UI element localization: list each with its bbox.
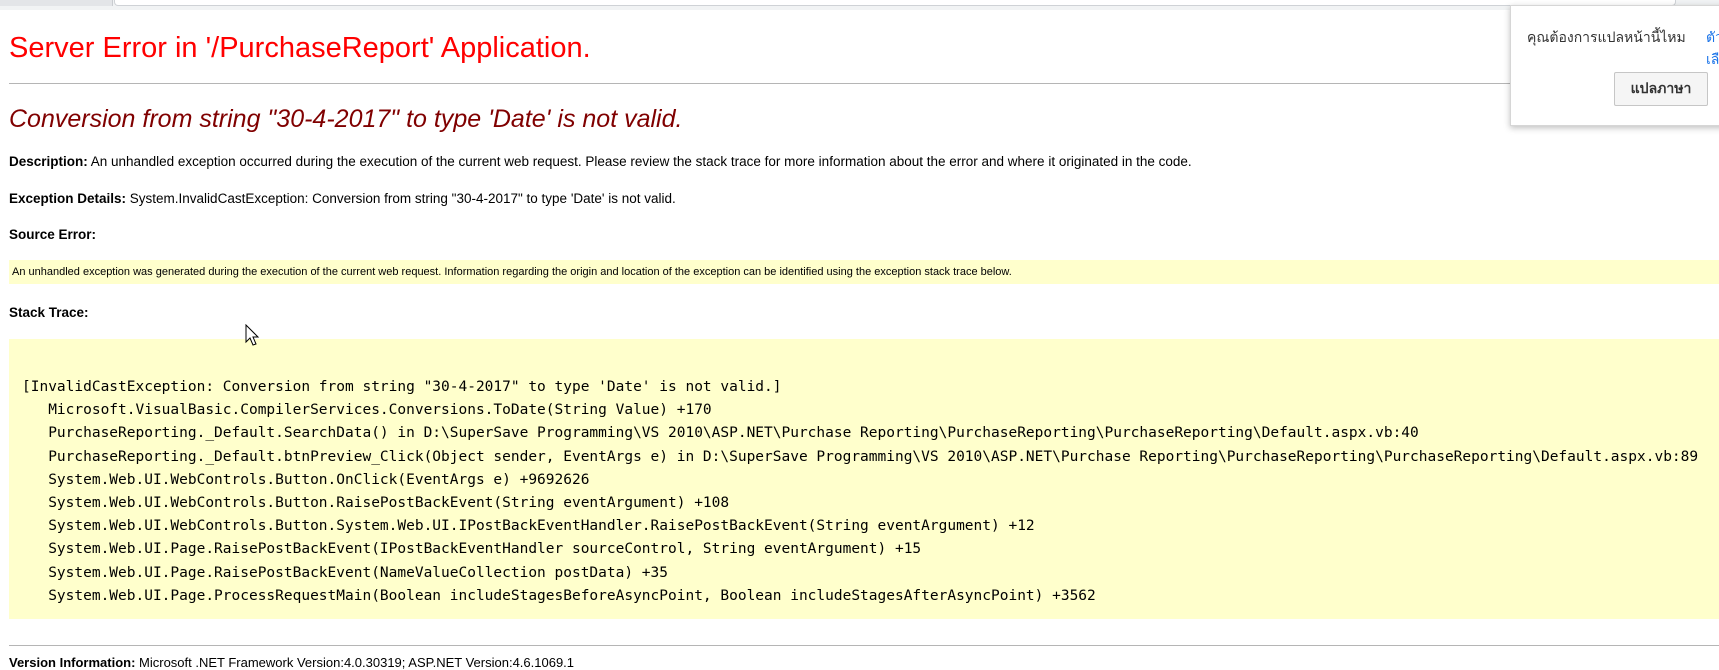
address-bar[interactable] — [114, 0, 1676, 6]
stack-trace-line: System.Web.UI.WebControls.Button.RaisePo… — [22, 495, 730, 512]
footer-divider — [9, 645, 1719, 646]
stack-trace-label: Stack Trace: — [9, 305, 89, 320]
description-text: An unhandled exception occurred during t… — [87, 154, 1192, 169]
title-divider — [9, 83, 1719, 84]
stack-trace-code: [InvalidCastException: Conversion from s… — [22, 376, 1698, 608]
stack-trace-line: System.Web.UI.Page.RaisePostBackEvent(Na… — [22, 564, 669, 581]
stack-trace-line: [InvalidCastException: Conversion from s… — [22, 379, 782, 395]
stack-trace-line: Microsoft.VisualBasic.CompilerServices.C… — [22, 402, 712, 419]
browser-tab-edge[interactable] — [0, 0, 113, 6]
stack-trace-heading: Stack Trace: — [9, 305, 89, 320]
stack-trace-line: PurchaseReporting._Default.SearchData() … — [22, 425, 1419, 442]
stack-trace-line: System.Web.UI.Page.ProcessRequestMain(Bo… — [22, 587, 1096, 604]
stack-trace-line: System.Web.UI.Page.RaisePostBackEvent(IP… — [22, 541, 922, 558]
version-text: Microsoft .NET Framework Version:4.0.303… — [135, 655, 575, 670]
mouse-pointer-icon — [245, 324, 260, 346]
translate-question: คุณต้องการแปลหน้านี้ไหม — [1527, 29, 1686, 45]
version-information-line: Version Information: Microsoft .NET Fram… — [9, 655, 574, 670]
exception-details-label: Exception Details: — [9, 191, 127, 206]
source-error-heading: Source Error: — [9, 227, 96, 242]
translate-options-link[interactable]: ตัวเลือก — [1706, 27, 1719, 71]
description-label: Description: — [9, 154, 88, 169]
description-line: Description: An unhandled exception occu… — [9, 154, 1192, 169]
exception-details-line: Exception Details: System.InvalidCastExc… — [9, 191, 676, 206]
translate-popup: คุณต้องการแปลหน้านี้ไหม ตัวเลือก แปลภาษา — [1510, 5, 1719, 126]
source-error-box: An unhandled exception was generated dur… — [9, 260, 1719, 284]
source-error-label: Source Error: — [9, 227, 97, 242]
page-title: Server Error in '/PurchaseReport' Applic… — [9, 32, 591, 64]
exception-details-text: System.InvalidCastException: Conversion … — [126, 191, 676, 206]
stack-trace-box: [InvalidCastException: Conversion from s… — [9, 339, 1719, 619]
stack-trace-line: PurchaseReporting._Default.btnPreview_Cl… — [22, 448, 1699, 465]
stack-trace-line: System.Web.UI.WebControls.Button.System.… — [22, 518, 1035, 535]
translate-button[interactable]: แปลภาษา — [1614, 72, 1708, 106]
error-message-heading: Conversion from string "30-4-2017" to ty… — [9, 105, 683, 133]
version-label: Version Information: — [9, 655, 136, 670]
stack-trace-line: System.Web.UI.WebControls.Button.OnClick… — [22, 471, 590, 488]
browser-toolbar — [0, 0, 1719, 10]
